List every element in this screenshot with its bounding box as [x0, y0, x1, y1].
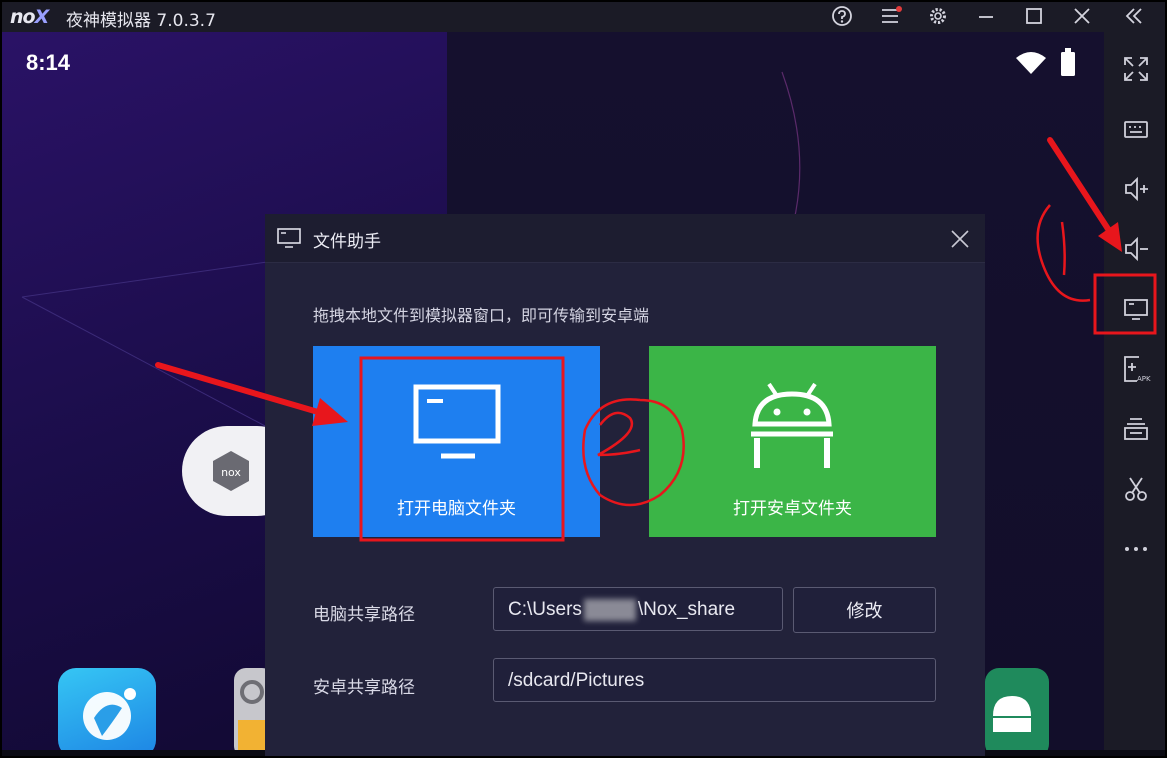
battery-icon [1061, 48, 1075, 76]
pc-path-label: 电脑共享路径 [313, 605, 415, 625]
dialog-header: 文件助手 [265, 214, 985, 263]
android-path-field[interactable]: /sdcard/Pictures [493, 658, 936, 702]
dialog-title: 文件助手 [313, 232, 381, 252]
fullscreen-icon[interactable] [1121, 54, 1151, 84]
settings-icon[interactable] [926, 4, 950, 28]
keyboard-icon[interactable] [1121, 114, 1151, 144]
computer-icon [413, 384, 501, 459]
settings-app-icon [240, 680, 264, 704]
close-icon[interactable] [1070, 4, 1094, 28]
status-time: 8:14 [26, 50, 71, 75]
app-icon-android-dev[interactable] [985, 668, 1049, 750]
nox-badge-icon: nox [213, 451, 249, 491]
pc-path-suffix: \Nox_share [637, 599, 736, 620]
open-android-folder-label: 打开安卓文件夹 [733, 499, 852, 519]
menu-icon[interactable] [878, 4, 902, 28]
nox-logo: noX [10, 6, 49, 28]
install-apk-icon[interactable]: APK [1121, 354, 1151, 384]
dialog-hint: 拖拽本地文件到模拟器窗口，即可传输到安卓端 [313, 306, 650, 325]
android-path-label: 安卓共享路径 [313, 678, 415, 698]
svg-text:APK: APK [1137, 375, 1151, 383]
help-icon[interactable] [830, 4, 854, 28]
maximize-icon[interactable] [1022, 4, 1046, 28]
modify-button[interactable]: 修改 [793, 587, 936, 633]
open-android-folder-button[interactable]: 打开安卓文件夹 [649, 346, 936, 537]
emulator-sidebar: APK [1104, 32, 1167, 750]
android-icon [751, 382, 833, 468]
close-icon [951, 230, 969, 248]
title-bar: noX 夜神模拟器 7.0.3.7 [0, 0, 1167, 32]
app-icon-browser[interactable] [58, 668, 156, 750]
notification-dot [896, 6, 902, 12]
pc-path-prefix: C:\Users [508, 599, 582, 620]
more-icon[interactable] [1121, 534, 1151, 564]
dialog-close-button[interactable] [949, 228, 971, 250]
minimize-icon[interactable] [974, 4, 998, 28]
file-assistant-icon[interactable] [1121, 294, 1151, 324]
open-pc-folder-label: 打开电脑文件夹 [397, 499, 516, 519]
android-dev-icon [993, 696, 1031, 732]
file-assistant-dialog: 文件助手 拖拽本地文件到模拟器窗口，即可传输到安卓端 打开电脑文件夹 打开安卓文… [265, 214, 985, 758]
wifi-icon [1016, 52, 1046, 74]
collapse-icon[interactable] [1122, 4, 1146, 28]
volume-down-icon[interactable] [1121, 234, 1151, 264]
pc-path-field[interactable]: C:\Users \Nox_share [493, 587, 783, 631]
redacted-username [583, 598, 636, 621]
browser-icon [83, 688, 136, 740]
svg-text:nox: nox [221, 466, 241, 479]
volume-up-icon[interactable] [1121, 174, 1151, 204]
app-title: 夜神模拟器 7.0.3.7 [66, 11, 216, 31]
folder-app-icon [238, 720, 268, 750]
open-pc-folder-button[interactable]: 打开电脑文件夹 [313, 346, 600, 537]
monitor-icon [277, 228, 301, 248]
multi-instance-icon[interactable] [1121, 414, 1151, 444]
screenshot-icon[interactable] [1121, 474, 1151, 504]
